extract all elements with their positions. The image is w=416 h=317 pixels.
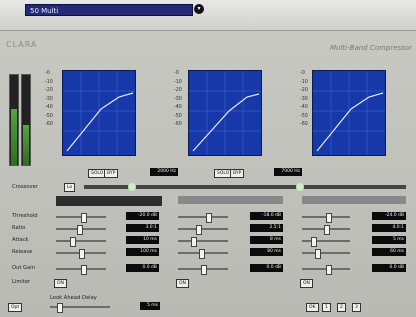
param-slider[interactable] xyxy=(302,249,350,259)
slider-knob[interactable] xyxy=(57,303,63,313)
param-value[interactable]: 8 ms xyxy=(250,236,283,244)
param-slider[interactable] xyxy=(56,237,106,247)
slider-knob[interactable] xyxy=(326,213,332,223)
band2-header xyxy=(178,196,283,204)
param-slider[interactable] xyxy=(178,225,228,235)
slider-knob[interactable] xyxy=(81,265,87,275)
input-meter xyxy=(9,74,19,166)
param-value[interactable]: 5 ms xyxy=(372,236,406,244)
param-label: Out Gain xyxy=(12,265,35,271)
param-value[interactable]: 80 ms xyxy=(250,248,283,256)
param-slider[interactable] xyxy=(56,249,106,259)
param-value[interactable]: -20.0 dB xyxy=(126,212,159,220)
param-slider[interactable] xyxy=(178,213,228,223)
param-slider[interactable] xyxy=(302,237,350,247)
compression-curve-graph xyxy=(188,70,262,156)
param-value[interactable]: -18.0 dB xyxy=(250,212,283,220)
preset-menu-button[interactable]: ▾ xyxy=(194,4,204,14)
title-bar: 50 Multi ▾ xyxy=(0,0,416,31)
output-meter xyxy=(21,74,31,166)
preset-field[interactable]: 50 Multi xyxy=(25,4,193,16)
param-slider[interactable] xyxy=(56,213,106,223)
slider-knob[interactable] xyxy=(77,225,83,235)
param-value[interactable]: 0.0 dB xyxy=(250,264,283,272)
product-title: Multi-Band Compressor xyxy=(330,44,412,52)
crossover-readout[interactable]: 7000 Hz xyxy=(274,168,302,176)
lo-button[interactable]: Lo xyxy=(64,183,76,192)
slider-knob[interactable] xyxy=(70,237,76,247)
crossover-readout[interactable]: 2000 Hz xyxy=(150,168,178,176)
crossover-label: Crossover xyxy=(12,184,38,190)
slider-knob[interactable] xyxy=(326,265,332,275)
brand-logo: CLARA xyxy=(6,40,38,49)
param-slider[interactable] xyxy=(178,265,228,275)
slider-knob[interactable] xyxy=(191,237,197,247)
compression-curve-graph xyxy=(62,70,136,156)
param-label: Release xyxy=(12,249,33,255)
slider-knob[interactable] xyxy=(81,213,87,223)
crossover-handle-1[interactable] xyxy=(128,183,136,191)
limiter-on-button[interactable]: ON xyxy=(176,279,189,288)
band3-header xyxy=(302,196,406,204)
slider-knob[interactable] xyxy=(324,225,330,235)
param-value[interactable]: -24.0 dB xyxy=(372,212,406,220)
slider-knob[interactable] xyxy=(315,249,321,259)
param-slider[interactable] xyxy=(302,265,350,275)
param-slider[interactable] xyxy=(56,225,106,235)
limiter-on-button[interactable]: ON xyxy=(300,279,313,288)
crossover-handle-2[interactable] xyxy=(296,183,304,191)
param-label: Ratio xyxy=(12,225,26,231)
param-value[interactable]: 2.5:1 xyxy=(250,224,283,232)
slider-knob[interactable] xyxy=(196,225,202,235)
preset-2-button[interactable]: 2 xyxy=(337,303,346,312)
param-value[interactable]: 3.0:1 xyxy=(126,224,159,232)
slider-knob[interactable] xyxy=(206,213,212,223)
param-label: Attack xyxy=(12,237,29,243)
graph3-scale: -0 -10 -20 -30 -40 -50 -60 xyxy=(300,71,308,127)
options-button[interactable]: Opt xyxy=(8,303,23,312)
param-value[interactable]: 100 ms xyxy=(126,248,159,256)
bypass-button[interactable]: BYP xyxy=(230,169,245,178)
param-label: Threshold xyxy=(12,213,38,219)
slider-knob[interactable] xyxy=(79,249,85,259)
ok-button[interactable]: OK xyxy=(306,303,319,312)
param-value[interactable]: 4.0:1 xyxy=(372,224,406,232)
compression-curve-graph xyxy=(312,70,386,156)
param-value[interactable]: 60 ms xyxy=(372,248,406,256)
lookahead-label: Look Ahead Delay xyxy=(50,295,97,301)
preset-1-button[interactable]: 1 xyxy=(322,303,331,312)
param-slider[interactable] xyxy=(178,249,228,259)
graph2-scale: -0 -10 -20 -30 -40 -50 -60 xyxy=(174,71,182,127)
bypass-button[interactable]: BYP xyxy=(104,169,119,178)
param-label: Limiter xyxy=(12,279,31,285)
limiter-on-button[interactable]: ON xyxy=(54,279,67,288)
slider-knob[interactable] xyxy=(199,249,205,259)
param-slider[interactable] xyxy=(302,213,350,223)
param-value[interactable]: 10 ms xyxy=(126,236,159,244)
param-slider[interactable] xyxy=(56,265,106,275)
param-value[interactable]: 0.0 dB xyxy=(372,264,406,272)
param-value[interactable]: 0.0 dB xyxy=(126,264,159,272)
graph1-scale: -0 -10 -20 -30 -40 -50 -60 xyxy=(45,71,53,127)
slider-knob[interactable] xyxy=(201,265,207,275)
band1-header xyxy=(56,196,162,206)
param-slider[interactable] xyxy=(302,225,350,235)
preset-3-button[interactable]: 3 xyxy=(352,303,361,312)
compressor-window: 50 Multi ▾ CLARA Multi-Band Compressor -… xyxy=(0,0,416,317)
param-slider[interactable] xyxy=(178,237,228,247)
lookahead-slider[interactable] xyxy=(50,303,110,313)
lookahead-value[interactable]: 5 ms xyxy=(140,302,160,310)
slider-knob[interactable] xyxy=(311,237,317,247)
